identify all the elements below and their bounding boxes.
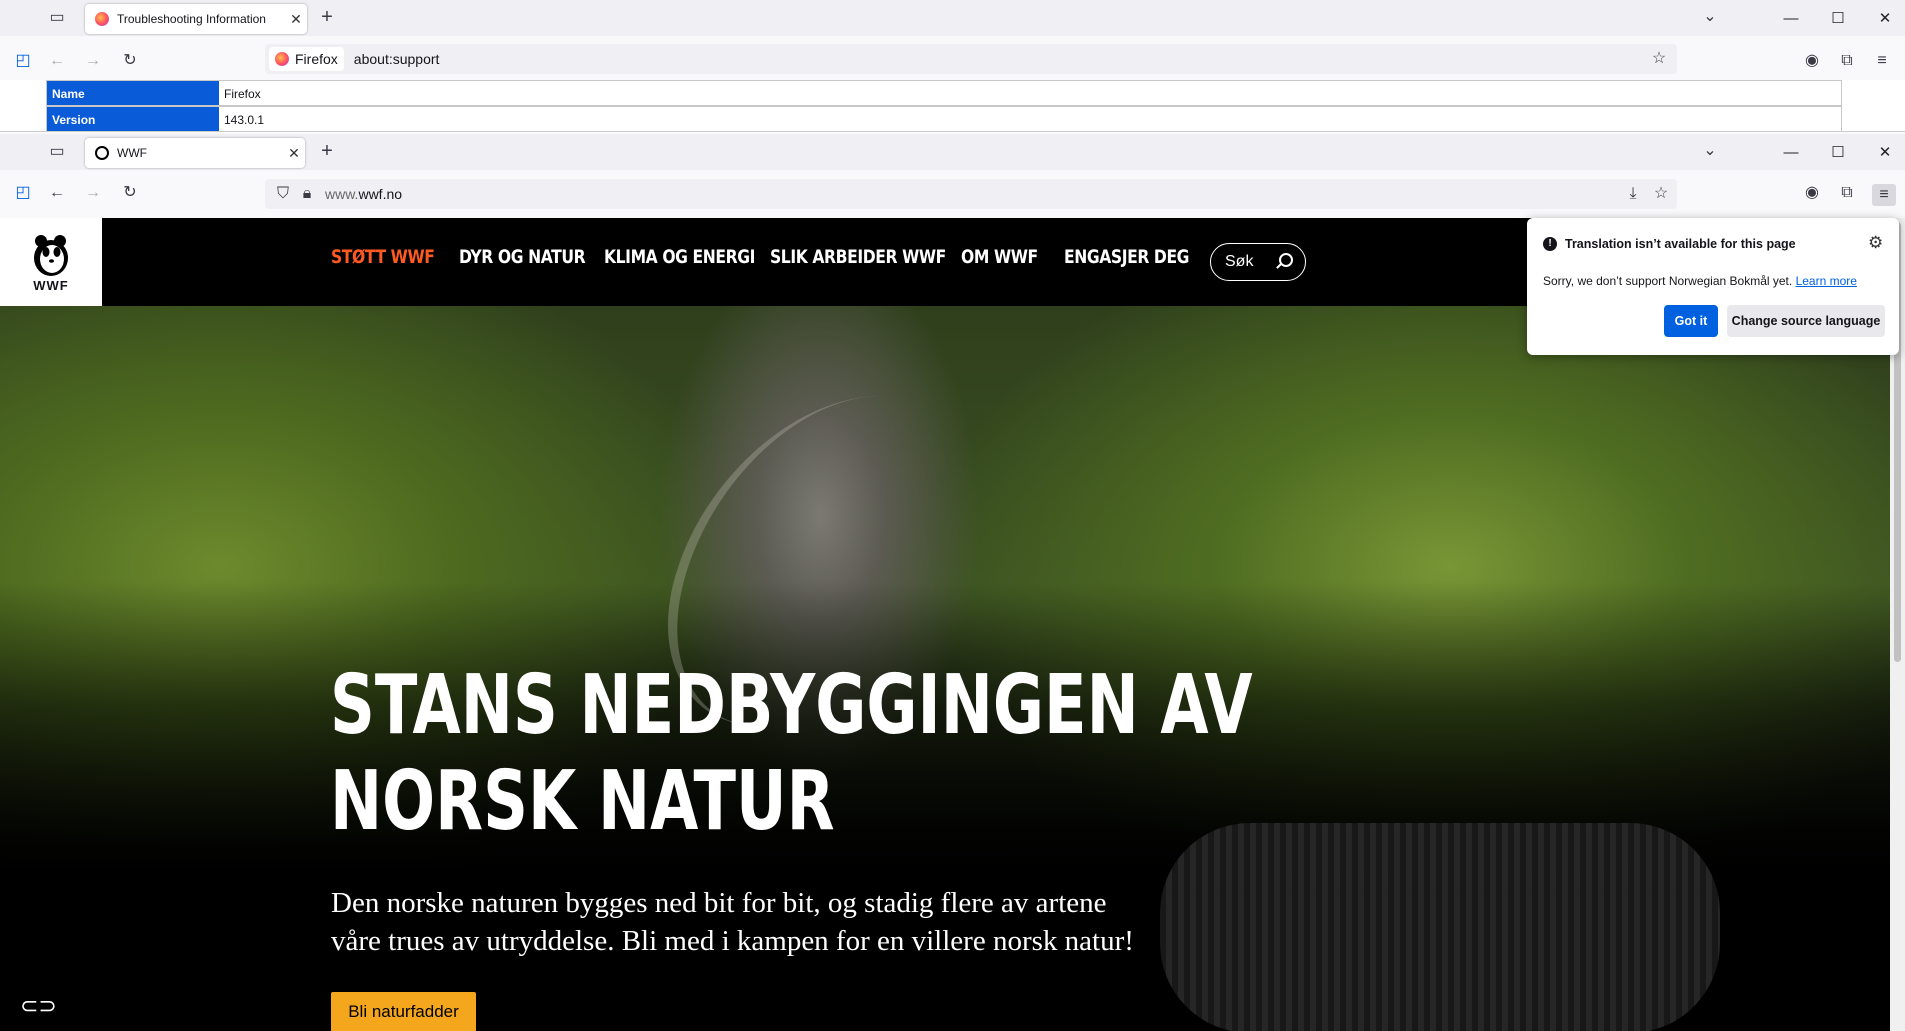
row-key: Version	[47, 107, 219, 131]
firefox-icon	[95, 12, 109, 26]
front-tab-strip: ▭ WWF ✕ + ⌄ — ☐ ✕	[0, 134, 1905, 170]
identity-box[interactable]: Firefox	[269, 47, 344, 71]
maximize-icon[interactable]: ☐	[1815, 134, 1861, 170]
table-row: Version 143.0.1	[46, 106, 1842, 131]
firefox-icon	[275, 52, 289, 66]
panda-icon	[95, 146, 109, 160]
back-icon[interactable]: ←	[47, 53, 67, 69]
gear-icon[interactable]: ⚙	[1868, 233, 1883, 253]
translation-popup: ! Translation isn’t available for this p…	[1527, 218, 1899, 355]
close-tab-icon[interactable]: ✕	[283, 145, 305, 162]
bookmark-star-icon[interactable]: ☆	[1649, 51, 1669, 67]
new-tab-icon[interactable]: +	[317, 141, 337, 161]
menu-icon[interactable]: ≡	[1872, 53, 1892, 69]
search-icon	[1279, 253, 1293, 267]
back-nav-bar: ◰ ← → ↻ Firefox about:support ☆ ◉ ⧉ ≡	[0, 40, 1905, 84]
tab-list-icon[interactable]: ▭	[47, 144, 67, 160]
bookmark-star-icon[interactable]: ☆	[1651, 186, 1671, 202]
reload-icon[interactable]: ↻	[120, 185, 140, 201]
headline-line-2: NORSK NATUR	[330, 754, 835, 849]
search-button[interactable]: Søk	[1210, 243, 1306, 281]
forward-icon[interactable]: →	[83, 185, 103, 201]
reload-icon[interactable]: ↻	[120, 53, 140, 69]
learn-more-link[interactable]: Learn more	[1796, 274, 1857, 288]
identity-label: Firefox	[295, 51, 338, 67]
hero-lead: Den norske naturen bygges ned bit for bi…	[331, 884, 1271, 960]
row-value: 143.0.1	[219, 107, 1841, 131]
chevron-down-icon[interactable]: ⌄	[1700, 9, 1720, 25]
url-domain: wwf.no	[358, 186, 403, 202]
minimize-icon[interactable]: —	[1768, 134, 1814, 170]
tab-title: Troubleshooting Information	[117, 12, 266, 26]
url-bar[interactable]: ⛉ 🔒︎ www.wwf.no ⤓ ☆	[265, 179, 1677, 209]
popup-message: Sorry, we don’t support Norwegian Bokmål…	[1543, 274, 1857, 288]
row-value: Firefox	[219, 81, 1841, 105]
search-label: Søk	[1225, 253, 1254, 270]
nav-om-wwf[interactable]: OM WWF	[961, 246, 1038, 268]
extensions-icon[interactable]: ⧉	[1837, 53, 1857, 69]
headline-line-1: STANS NEDBYGGINGEN AV	[330, 658, 1253, 753]
accessibility-icon[interactable]: ⊂⊃	[20, 993, 57, 1019]
sidebar-icon[interactable]: ◰	[13, 53, 33, 69]
new-tab-icon[interactable]: +	[317, 7, 337, 27]
table-row: Name Firefox	[46, 80, 1842, 106]
sidebar-icon[interactable]: ◰	[13, 185, 33, 201]
account-icon[interactable]: ◉	[1802, 185, 1822, 201]
account-icon[interactable]: ◉	[1802, 53, 1822, 69]
extensions-icon[interactable]: ⧉	[1837, 185, 1857, 201]
lock-icon[interactable]: 🔒︎	[297, 186, 317, 202]
nav-stott-wwf[interactable]: STØTT WWF	[331, 246, 435, 268]
url-bar[interactable]: Firefox about:support ☆	[265, 44, 1677, 74]
lead-line-2: våre trues av utryddelse. Bli med i kamp…	[331, 925, 1134, 957]
popup-title: Translation isn’t available for this pag…	[1565, 237, 1796, 251]
close-icon[interactable]: ✕	[1862, 134, 1905, 170]
back-tab-strip: ▭ Troubleshooting Information ✕ + ⌄ — ☐ …	[0, 0, 1905, 36]
menu-icon[interactable]: ≡	[1872, 184, 1896, 206]
url-text: www.wwf.no	[325, 186, 402, 202]
tab-troubleshooting[interactable]: Troubleshooting Information ✕	[85, 4, 307, 34]
warning-icon: !	[1543, 237, 1557, 251]
nav-engasjer-deg[interactable]: ENGASJER DEG	[1064, 246, 1189, 268]
maximize-icon[interactable]: ☐	[1815, 0, 1861, 36]
back-icon[interactable]: ←	[47, 185, 67, 201]
nav-klima-og-energi[interactable]: KLIMA OG ENERGI	[604, 246, 755, 268]
front-nav-bar: ◰ ← → ↻ ⛉ 🔒︎ www.wwf.no ⤓ ☆ ◉ ⧉ ≡	[0, 172, 1905, 216]
support-table: Name Firefox Version 143.0.1	[0, 80, 1905, 132]
hero-headline: STANS NEDBYGGINGEN AV NORSK NATUR	[330, 658, 1253, 850]
tab-list-icon[interactable]: ▭	[47, 10, 67, 26]
wwf-logo[interactable]: WWF	[0, 218, 102, 306]
popup-message-text: Sorry, we don’t support Norwegian Bokmål…	[1543, 274, 1793, 288]
nav-dyr-og-natur[interactable]: DYR OG NATUR	[459, 246, 586, 268]
nav-slik-arbeider-wwf[interactable]: SLIK ARBEIDER WWF	[770, 246, 946, 268]
chevron-down-icon[interactable]: ⌄	[1700, 143, 1720, 159]
logo-text: WWF	[33, 277, 69, 293]
shield-icon[interactable]: ⛉	[273, 186, 293, 202]
url-text: about:support	[353, 51, 440, 67]
close-icon[interactable]: ✕	[1862, 0, 1905, 36]
minimize-icon[interactable]: —	[1768, 0, 1814, 36]
row-key: Name	[47, 81, 219, 105]
got-it-button[interactable]: Got it	[1664, 305, 1718, 337]
lead-line-1: Den norske naturen bygges ned bit for bi…	[331, 887, 1107, 919]
forward-icon[interactable]: →	[83, 53, 103, 69]
panda-icon	[34, 234, 68, 276]
close-tab-icon[interactable]: ✕	[285, 11, 307, 28]
download-icon[interactable]: ⤓	[1623, 186, 1643, 202]
tab-title: WWF	[117, 146, 147, 160]
bli-naturfadder-button[interactable]: Bli naturfadder	[331, 992, 476, 1031]
tab-wwf[interactable]: WWF ✕	[85, 138, 305, 168]
url-prefix: www.	[325, 186, 359, 202]
change-source-language-button[interactable]: Change source language	[1727, 305, 1885, 337]
back-browser-window: ▭ Troubleshooting Information ✕ + ⌄ — ☐ …	[0, 0, 1905, 132]
